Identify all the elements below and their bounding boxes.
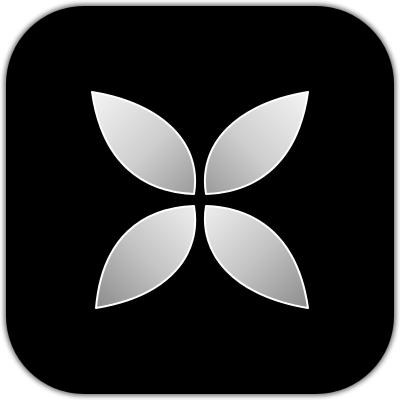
icon-stage: [0, 0, 400, 400]
petal-bottom-left: [95, 205, 197, 309]
four-petal-x-icon: [91, 91, 309, 309]
petal-bottom-right: [203, 205, 309, 309]
app-icon[interactable]: [6, 6, 394, 394]
petal-top-right: [203, 91, 309, 195]
petal-top-left: [91, 91, 197, 195]
